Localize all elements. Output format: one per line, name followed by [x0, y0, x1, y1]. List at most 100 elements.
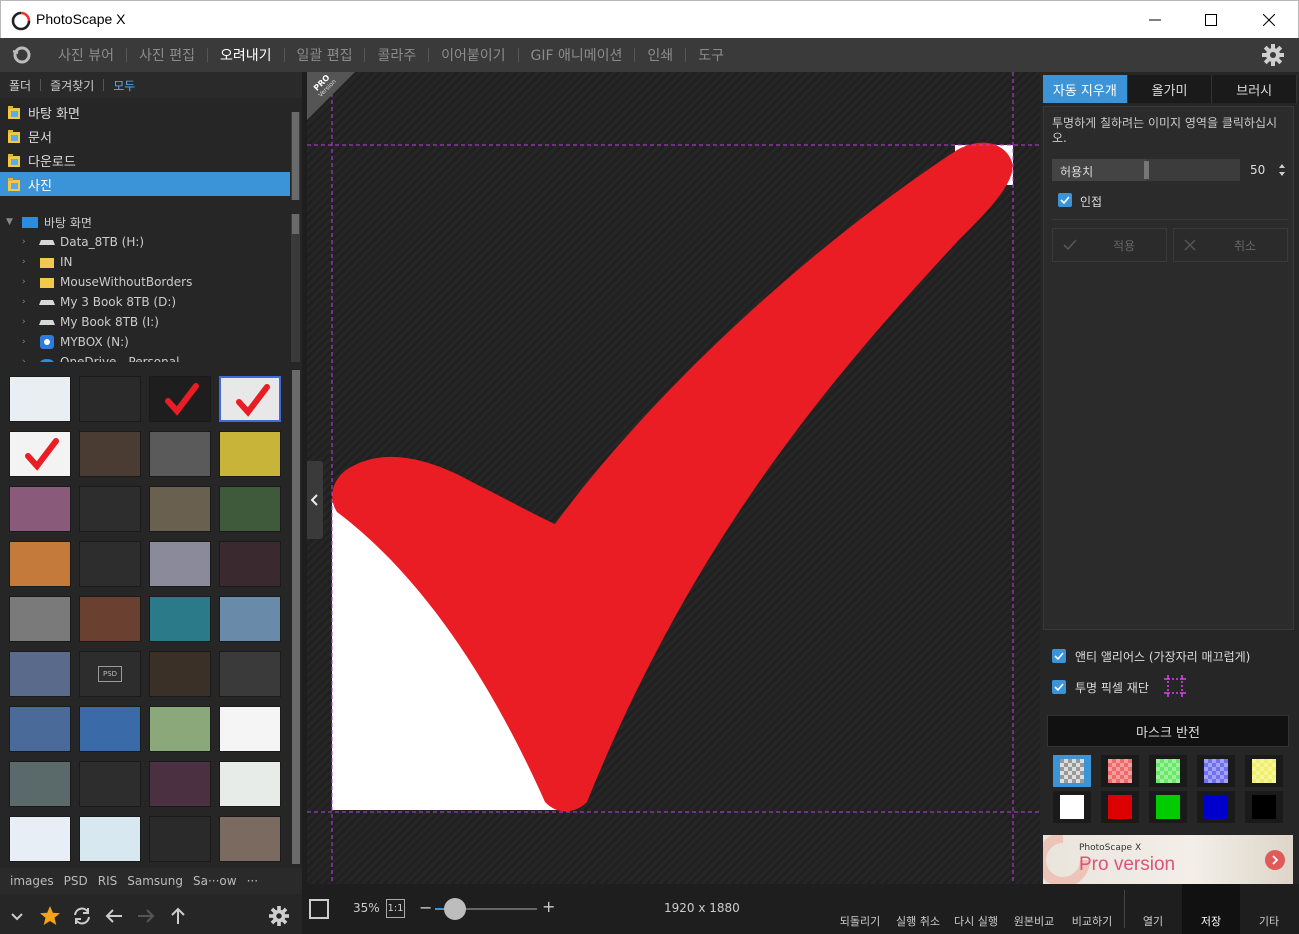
fit-view-icon[interactable] [309, 899, 329, 919]
format-filter-3[interactable]: Samsung [122, 874, 188, 888]
up-arrow-icon[interactable] [167, 905, 189, 927]
format-filter-5[interactable]: ··· [242, 874, 263, 888]
settings-gear-icon[interactable] [1262, 44, 1284, 66]
favorites-scrollbar[interactable] [291, 112, 300, 200]
thumbnail[interactable]: PSD [79, 651, 141, 697]
thumbnail[interactable] [219, 651, 281, 697]
menu-item-1[interactable]: 사진 편집 [127, 45, 207, 65]
mask-color-swatch[interactable] [1149, 755, 1187, 787]
zoom-slider[interactable] [435, 898, 537, 920]
thumbnail[interactable] [149, 596, 211, 642]
tool-tab-0[interactable]: 자동 지우개 [1043, 75, 1128, 103]
image-preview[interactable] [307, 72, 1040, 884]
action-button-7[interactable]: 기타 [1240, 884, 1298, 934]
menu-item-7[interactable]: 인쇄 [635, 45, 685, 65]
chevron-right-icon[interactable]: › [22, 277, 32, 287]
menu-item-4[interactable]: 콜라주 [365, 45, 428, 65]
action-button-5[interactable]: 열기 [1124, 884, 1182, 934]
tool-tab-1[interactable]: 올가미 [1127, 75, 1213, 103]
action-button-1[interactable]: 실행 취소 [889, 884, 947, 934]
thumbnail[interactable] [149, 486, 211, 532]
tree-node[interactable]: › MouseWithoutBorders [0, 272, 290, 292]
chevron-right-icon[interactable]: › [22, 337, 32, 347]
tolerance-stepper-icon[interactable] [1278, 162, 1286, 178]
thumbnail[interactable] [9, 706, 71, 752]
favorites-scroll-thumb[interactable] [292, 112, 299, 200]
tree-node[interactable]: › My 3 Book 8TB (D:) [0, 292, 290, 312]
tolerance-value[interactable]: 50 [1250, 163, 1265, 177]
thumbnail[interactable] [9, 816, 71, 862]
chevron-right-icon[interactable]: › [22, 317, 32, 327]
minimize-button[interactable] [1126, 1, 1184, 39]
favorite-item[interactable]: 문서 [0, 124, 290, 148]
ad-next-button[interactable] [1265, 850, 1285, 870]
back-arrow-icon[interactable] [103, 905, 125, 927]
refresh-icon[interactable] [71, 905, 93, 927]
thumbnail[interactable] [149, 706, 211, 752]
trim-transparent-checkbox[interactable] [1052, 680, 1066, 694]
thumbnail[interactable] [9, 651, 71, 697]
mask-color-swatch[interactable] [1245, 755, 1283, 787]
mask-color-swatch[interactable] [1197, 755, 1235, 787]
zoom-in-icon[interactable]: + [542, 897, 555, 916]
tolerance-slider[interactable]: 허용치 [1052, 159, 1240, 181]
tree-node[interactable]: › OneDrive - Personal [0, 352, 290, 362]
thumbnail[interactable] [219, 541, 281, 587]
editing-canvas[interactable]: PRO Version [307, 72, 1040, 884]
zoom-out-icon[interactable]: − [419, 898, 432, 917]
tree-node[interactable]: › Data_8TB (H:) [0, 232, 290, 252]
tree-scrollbar[interactable] [291, 214, 300, 362]
thumbnail[interactable] [219, 596, 281, 642]
maximize-button[interactable] [1182, 1, 1240, 39]
thumbnail[interactable] [9, 596, 71, 642]
thumbnail[interactable] [219, 761, 281, 807]
mask-color-swatch[interactable] [1245, 791, 1283, 823]
zoom-slider-knob[interactable] [444, 898, 467, 920]
thumbnail[interactable] [9, 761, 71, 807]
zoom-percent[interactable]: 35% [353, 901, 380, 915]
pro-version-ad[interactable]: PhotoScape X Pro version [1043, 835, 1293, 884]
thumbnail[interactable] [149, 541, 211, 587]
menu-item-3[interactable]: 일괄 편집 [285, 45, 365, 65]
tree-node[interactable]: › My Book 8TB (I:) [0, 312, 290, 332]
mask-color-swatch[interactable] [1053, 791, 1091, 823]
favorite-item[interactable]: 다운로드 [0, 148, 290, 172]
thumbnail[interactable] [79, 541, 141, 587]
mask-invert-button[interactable]: 마스크 반전 [1047, 715, 1289, 747]
thumbnail[interactable] [9, 541, 71, 587]
chevron-right-icon[interactable]: › [22, 297, 32, 307]
thumbnail[interactable] [79, 816, 141, 862]
thumbnail[interactable] [9, 486, 71, 532]
action-button-3[interactable]: 원본비교 [1005, 884, 1063, 934]
thumbnail[interactable] [219, 706, 281, 752]
chevron-right-icon[interactable]: › [22, 357, 32, 362]
mask-color-swatch[interactable] [1101, 791, 1139, 823]
format-filter-0[interactable]: images [0, 874, 59, 888]
action-button-0[interactable]: 되돌리기 [831, 884, 889, 934]
thumbnail[interactable] [79, 761, 141, 807]
tree-node[interactable]: › IN [0, 252, 290, 272]
thumbnail[interactable] [9, 431, 71, 477]
menu-item-0[interactable]: 사진 뷰어 [46, 45, 126, 65]
forward-arrow-icon[interactable] [135, 905, 157, 927]
thumbnail[interactable] [219, 486, 281, 532]
menu-item-2[interactable]: 오려내기 [208, 45, 284, 65]
home-logo-icon[interactable] [10, 45, 34, 65]
thumbnail[interactable] [79, 486, 141, 532]
action-button-2[interactable]: 다시 실행 [947, 884, 1005, 934]
menu-item-8[interactable]: 도구 [686, 45, 736, 65]
action-button-6[interactable]: 저장 [1182, 884, 1240, 934]
tree-scroll-thumb[interactable] [292, 214, 299, 234]
thumbnail-scrollbar[interactable] [292, 370, 300, 864]
thumbnail[interactable] [79, 596, 141, 642]
thumbnail[interactable] [79, 431, 141, 477]
favorite-item[interactable]: 바탕 화면 [0, 100, 290, 124]
format-filter-2[interactable]: RIS [93, 874, 123, 888]
browser-tab-2[interactable]: 모두 [104, 77, 144, 94]
collapse-panel-button[interactable] [307, 461, 323, 539]
tree-root[interactable]: ▼ 바탕 화면 [0, 212, 290, 232]
favorite-item[interactable]: 사진 [0, 172, 290, 196]
adjacent-checkbox[interactable] [1058, 193, 1072, 207]
actual-size-button[interactable]: 1:1 [386, 899, 405, 918]
format-filter-1[interactable]: PSD [59, 874, 93, 888]
